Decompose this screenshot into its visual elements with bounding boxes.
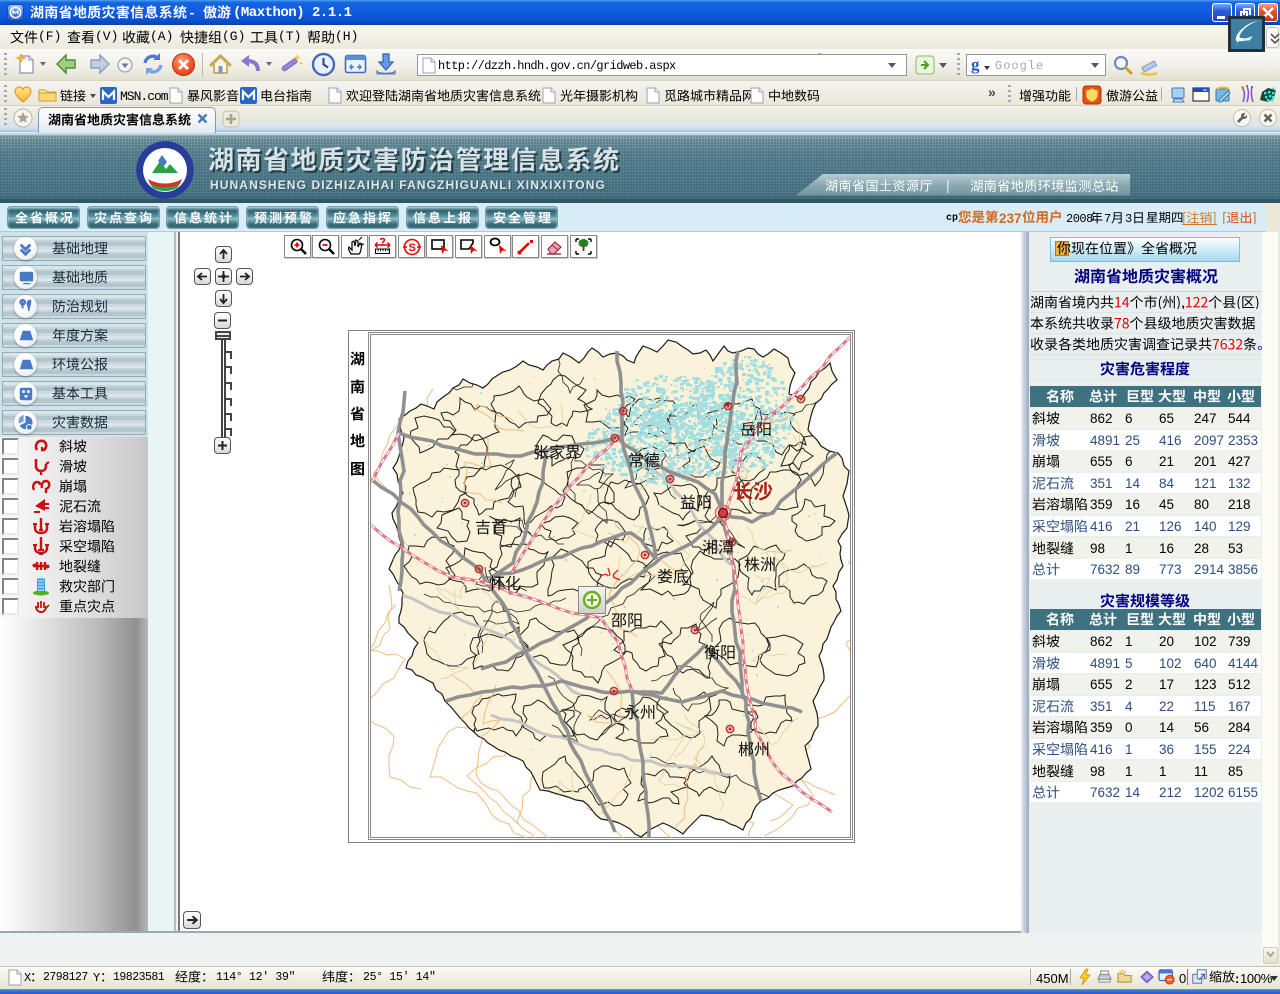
svg-text:S: S: [409, 242, 416, 254]
